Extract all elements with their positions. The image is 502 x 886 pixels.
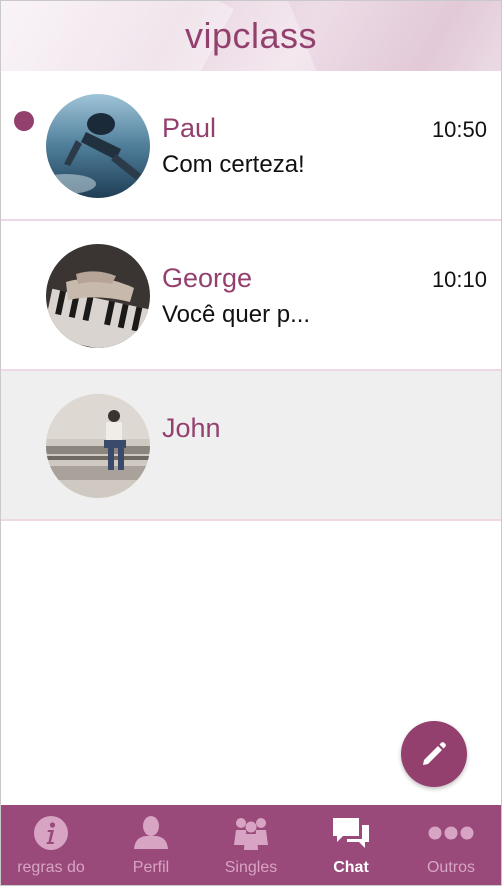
app-header: vipclass bbox=[1, 1, 501, 71]
avatar[interactable] bbox=[46, 394, 150, 498]
contact-name: John bbox=[162, 413, 221, 443]
tab-label: regras do bbox=[17, 859, 85, 876]
conversation-row-paul[interactable]: Paul 10:50 Com certeza! bbox=[1, 71, 501, 221]
tab-perfil[interactable]: Perfil bbox=[101, 805, 201, 885]
avatar[interactable] bbox=[46, 244, 150, 348]
pencil-icon bbox=[423, 742, 446, 765]
info-icon bbox=[34, 816, 68, 850]
conversation-list: Paul 10:50 Com certeza! George 10:10 Voc… bbox=[1, 71, 501, 521]
tab-chat[interactable]: Chat bbox=[301, 805, 401, 885]
tab-label: Outros bbox=[426, 859, 475, 876]
app-screen: vipclass Paul 10:50 Com certeza! George … bbox=[0, 0, 502, 886]
tab-outros[interactable]: Outros bbox=[401, 805, 501, 885]
contact-name: Paul bbox=[162, 113, 217, 143]
person-icon bbox=[134, 816, 168, 849]
unread-indicator bbox=[14, 111, 34, 131]
new-message-button[interactable] bbox=[401, 721, 467, 787]
message-preview: Com certeza! bbox=[162, 151, 305, 178]
tab-label: Singles bbox=[224, 859, 278, 876]
tab-label: Chat bbox=[333, 859, 369, 876]
group-icon bbox=[234, 818, 268, 850]
message-preview: Você quer p... bbox=[162, 301, 311, 328]
conversation-row-george[interactable]: George 10:10 Você quer p... bbox=[1, 221, 501, 371]
bottom-tab-bar: regras do Perfil Singles Chat Outros bbox=[1, 805, 501, 885]
app-title: vipclass bbox=[184, 15, 318, 56]
avatar[interactable] bbox=[46, 94, 150, 198]
chat-bubbles-icon bbox=[333, 818, 369, 848]
conversation-row-john[interactable]: John bbox=[1, 371, 501, 521]
contact-name: George bbox=[162, 263, 253, 293]
tab-label: Perfil bbox=[132, 859, 170, 876]
message-time: 10:50 bbox=[431, 117, 487, 142]
tab-singles[interactable]: Singles bbox=[201, 805, 301, 885]
message-time: 10:10 bbox=[431, 267, 487, 292]
more-dots-icon bbox=[428, 826, 474, 840]
tab-regras[interactable]: regras do bbox=[1, 805, 101, 885]
